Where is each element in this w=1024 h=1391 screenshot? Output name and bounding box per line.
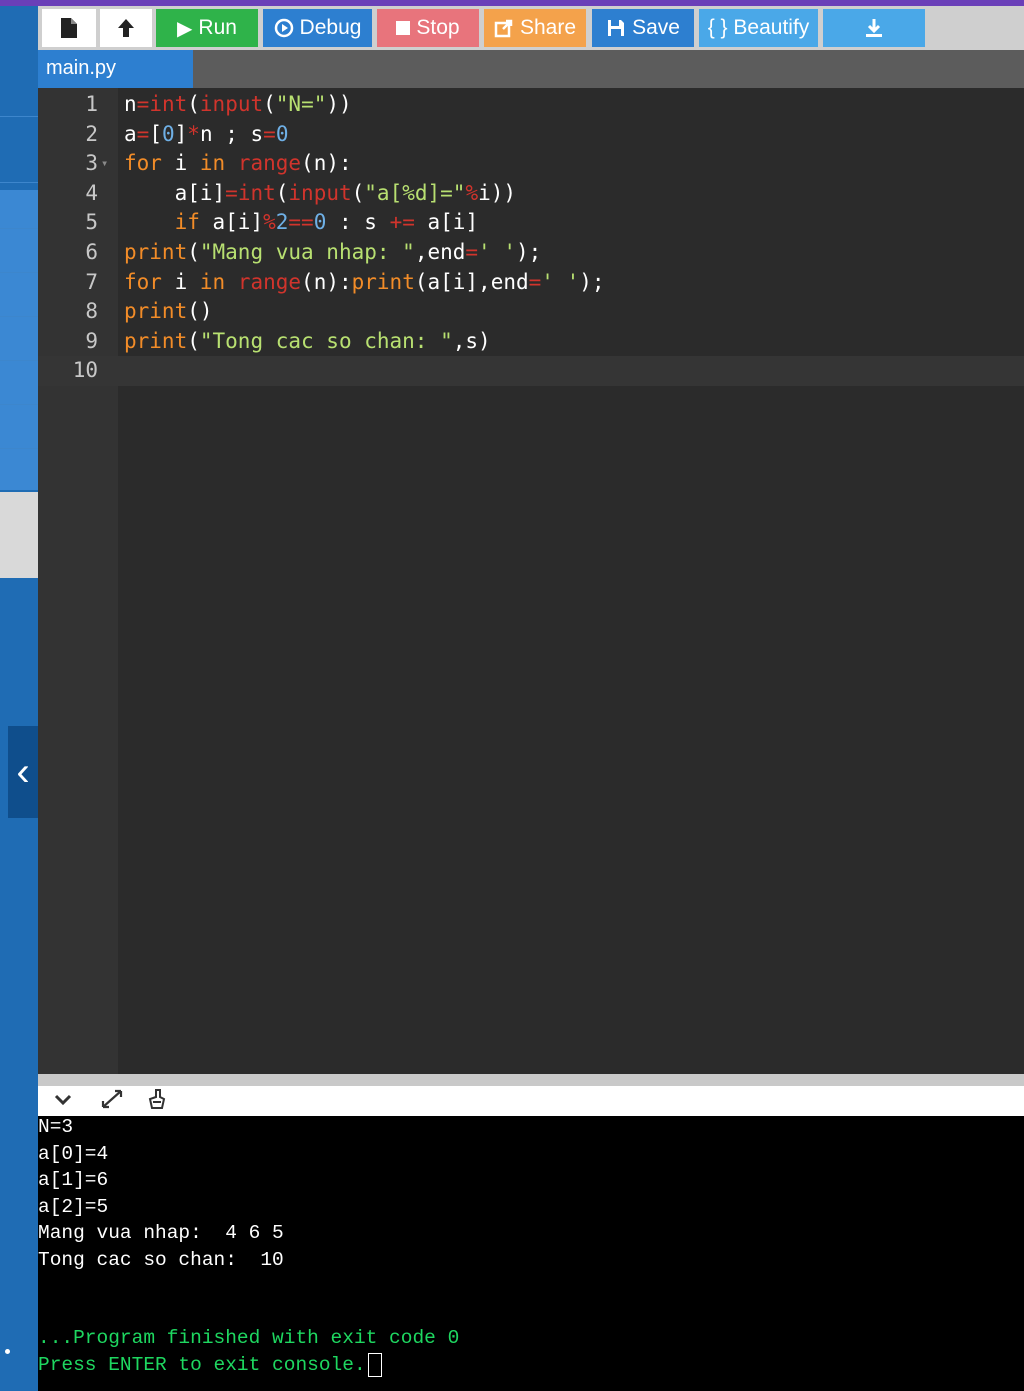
- stop-icon: [396, 21, 411, 35]
- line-number: 5: [85, 210, 98, 235]
- new-file-button[interactable]: [42, 9, 96, 47]
- console-line: a[1]=6: [38, 1169, 109, 1191]
- run-button[interactable]: ▶ Run: [156, 9, 258, 47]
- sidebar-divider: [0, 182, 38, 183]
- left-sidebar: ‹: [0, 6, 38, 1391]
- stop-label: Stop: [416, 16, 460, 39]
- sidebar-divider: [0, 448, 38, 449]
- debug-icon: [274, 18, 293, 38]
- code-text: a[i]=int(input("a[%d]="%i)): [124, 180, 517, 205]
- status-dot: [5, 1349, 10, 1354]
- fold-toggle-icon[interactable]: ▾: [101, 149, 108, 179]
- sidebar-divider: [0, 360, 38, 361]
- code-line[interactable]: 8 print(): [38, 297, 1024, 327]
- console-line: Tong cac so chan: 10: [38, 1248, 284, 1271]
- code-text: print("Mang vua nhap: ",end=' ');: [124, 240, 542, 264]
- code-line[interactable]: 9 print("Tong cac so chan: ",s): [38, 327, 1024, 357]
- code-text: for i in range(n):: [124, 151, 352, 176]
- file-tab-bar: main.py: [38, 50, 1024, 88]
- tab-label: main.py: [46, 57, 117, 79]
- beautify-label: { } Beautify: [707, 16, 810, 39]
- code-line[interactable]: 1 n=int(input("N=")): [38, 90, 1024, 120]
- debug-button[interactable]: Debug: [263, 9, 372, 47]
- line-number: 3: [85, 151, 98, 176]
- line-number: 8: [85, 299, 98, 324]
- upload-button[interactable]: [100, 9, 152, 47]
- console-exit-message: ...Program finished with exit code 0: [38, 1327, 460, 1349]
- line-number: 9: [85, 328, 98, 353]
- expand-icon[interactable]: [100, 1088, 124, 1116]
- sidebar-divider: [0, 316, 38, 317]
- line-number: 7: [85, 269, 98, 294]
- code-line-active[interactable]: 10: [38, 356, 1024, 386]
- console-line: Mang vua nhap: 4 6 5: [38, 1222, 284, 1244]
- run-label: Run: [198, 16, 237, 39]
- download-icon: [866, 19, 882, 37]
- sidebar-divider: [0, 272, 38, 273]
- code-line[interactable]: 4 a[i]=int(input("a[%d]="%i)): [38, 179, 1024, 209]
- console-toolbar: [38, 1086, 1024, 1116]
- code-line[interactable]: 3 ▾ for i in range(n):: [38, 149, 1024, 179]
- share-icon: [494, 19, 513, 38]
- file-icon: [61, 18, 77, 38]
- share-button[interactable]: Share: [484, 9, 586, 47]
- console-cursor[interactable]: [367, 1352, 382, 1377]
- sidebar-divider: [0, 116, 38, 117]
- code-text: n=int(input("N=")): [124, 92, 352, 116]
- save-button[interactable]: Save: [592, 9, 694, 47]
- floppy-disk-icon: [608, 20, 625, 36]
- sidebar-blank-panel: [0, 492, 38, 578]
- collapse-sidebar-button[interactable]: ‹: [8, 726, 38, 818]
- sidebar-item-group[interactable]: [0, 190, 38, 490]
- debug-label: Debug: [299, 16, 362, 39]
- code-line[interactable]: 7 for i in range(n):print(a[i],end=' ');: [38, 268, 1024, 298]
- download-button[interactable]: [823, 9, 925, 47]
- code-line[interactable]: 6 print("Mang vua nhap: ",end=' ');: [38, 238, 1024, 268]
- chevron-left-icon: ‹: [16, 750, 30, 794]
- console-line: a[0]=4: [38, 1142, 109, 1165]
- toolbar: ▶ Run Debug Stop Share Save { } Beautify: [38, 6, 1024, 50]
- pane-splitter[interactable]: [38, 1074, 1024, 1086]
- output-console[interactable]: N=3 a[0]=4 a[1]=6 a[2]=5 Mang vua nhap: …: [38, 1116, 1024, 1391]
- console-prompt-line: Press ENTER to exit console.: [38, 1352, 382, 1379]
- play-icon: ▶: [177, 17, 193, 40]
- clear-console-icon[interactable]: [146, 1088, 168, 1116]
- line-number: 10: [72, 358, 98, 383]
- console-line: N=3: [38, 1116, 74, 1138]
- beautify-button[interactable]: { } Beautify: [699, 9, 818, 47]
- sidebar-divider: [0, 228, 38, 229]
- chevron-down-icon[interactable]: [52, 1088, 74, 1116]
- share-label: Share: [519, 16, 577, 39]
- stop-button[interactable]: Stop: [377, 9, 479, 47]
- code-line[interactable]: 5 if a[i]%2==0 : s += a[i]: [38, 208, 1024, 238]
- sidebar-divider: [0, 404, 38, 405]
- line-number: 1: [85, 92, 98, 116]
- code-text: a=[0]*n ; s=0: [124, 121, 289, 146]
- save-label: Save: [632, 16, 680, 39]
- code-text: for i in range(n):print(a[i],end=' ');: [124, 269, 605, 294]
- line-number: 4: [85, 180, 98, 205]
- code-editor[interactable]: 1 n=int(input("N=")) 2 a=[0]*n ; s=0 3 ▾…: [38, 88, 1024, 1074]
- console-line: a[2]=5: [38, 1195, 109, 1218]
- code-text: print("Tong cac so chan: ",s): [124, 328, 491, 353]
- code-line[interactable]: 2 a=[0]*n ; s=0: [38, 120, 1024, 150]
- line-number: 2: [85, 121, 98, 146]
- line-number: 6: [85, 240, 98, 264]
- upload-icon: [118, 19, 134, 37]
- console-prompt: Press ENTER to exit console.: [38, 1354, 366, 1376]
- code-text: if a[i]%2==0 : s += a[i]: [174, 210, 479, 235]
- code-text: print(): [124, 299, 213, 324]
- tab-main-py[interactable]: main.py: [38, 50, 193, 88]
